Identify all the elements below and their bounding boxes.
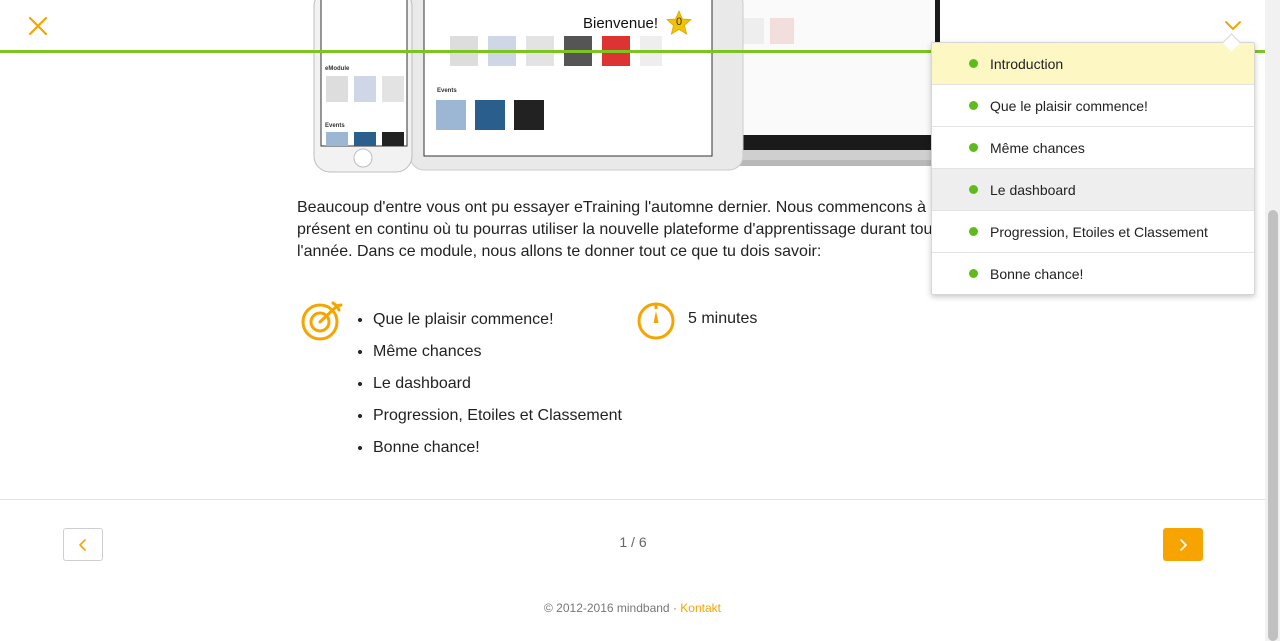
- chapter-item-label: Introduction: [990, 55, 1064, 72]
- chapter-item-meme-chances[interactable]: Même chances: [932, 127, 1254, 169]
- chapter-item-label: Progression, Etoiles et Classement: [990, 223, 1208, 240]
- footer-copyright: © 2012-2016 mindband: [544, 601, 670, 615]
- close-icon: [28, 16, 48, 36]
- completion-dot: [969, 269, 978, 278]
- contact-link[interactable]: Kontakt: [680, 601, 721, 615]
- phone-events-label: Events: [325, 123, 345, 129]
- completion-dot: [969, 101, 978, 110]
- chevron-right-icon: [1180, 538, 1187, 551]
- chapter-item-label: Même chances: [990, 139, 1085, 156]
- stopwatch-icon: [636, 301, 676, 341]
- goal-item: Que le plaisir commence!: [373, 307, 622, 339]
- chapter-menu: Introduction Que le plaisir commence! Mê…: [931, 42, 1255, 295]
- chapter-item-label: Bonne chance!: [990, 265, 1084, 282]
- chapter-item-label: Que le plaisir commence!: [990, 97, 1148, 114]
- goal-item: Même chances: [373, 339, 622, 371]
- footer: © 2012-2016 mindband · Kontakt: [0, 601, 1265, 615]
- chapter-item-introduction[interactable]: Introduction: [932, 43, 1254, 85]
- chevron-left-icon: [79, 538, 86, 551]
- goal-item: Bonne chance!: [373, 435, 622, 467]
- goals-list: Que le plaisir commence! Même chances Le…: [355, 307, 622, 467]
- next-button[interactable]: [1163, 528, 1203, 561]
- tablet-events-label: Events: [437, 88, 457, 94]
- completion-dot: [969, 227, 978, 236]
- scrollbar-thumb[interactable]: [1268, 210, 1278, 641]
- completion-dot: [969, 59, 978, 68]
- goal-item: Progression, Etoiles et Classement: [373, 403, 622, 435]
- chapter-item-progression[interactable]: Progression, Etoiles et Classement: [932, 211, 1254, 253]
- completion-dot: [969, 143, 978, 152]
- chapter-item-bonne-chance[interactable]: Bonne chance!: [932, 253, 1254, 294]
- chapter-item-le-dashboard[interactable]: Le dashboard: [932, 169, 1254, 211]
- chevron-down-icon: [1225, 21, 1241, 30]
- previous-button[interactable]: [63, 528, 103, 561]
- goal-item: Le dashboard: [373, 371, 622, 403]
- content-divider: [0, 499, 1265, 500]
- phone-emodule-label: eModule: [325, 66, 350, 72]
- chapter-item-que-le-plaisir-commence[interactable]: Que le plaisir commence!: [932, 85, 1254, 127]
- footer-separator: ·: [672, 601, 677, 615]
- completion-dot: [969, 185, 978, 194]
- chapter-menu-toggle[interactable]: [1222, 16, 1244, 34]
- chapter-item-label: Le dashboard: [990, 181, 1076, 198]
- target-icon: [300, 301, 344, 341]
- intro-paragraph: Beaucoup d'entre vous ont pu essayer eTr…: [297, 199, 946, 260]
- duration-text: 5 minutes: [688, 310, 758, 327]
- close-button[interactable]: [26, 14, 50, 38]
- page-indicator: 1 / 6: [619, 534, 647, 550]
